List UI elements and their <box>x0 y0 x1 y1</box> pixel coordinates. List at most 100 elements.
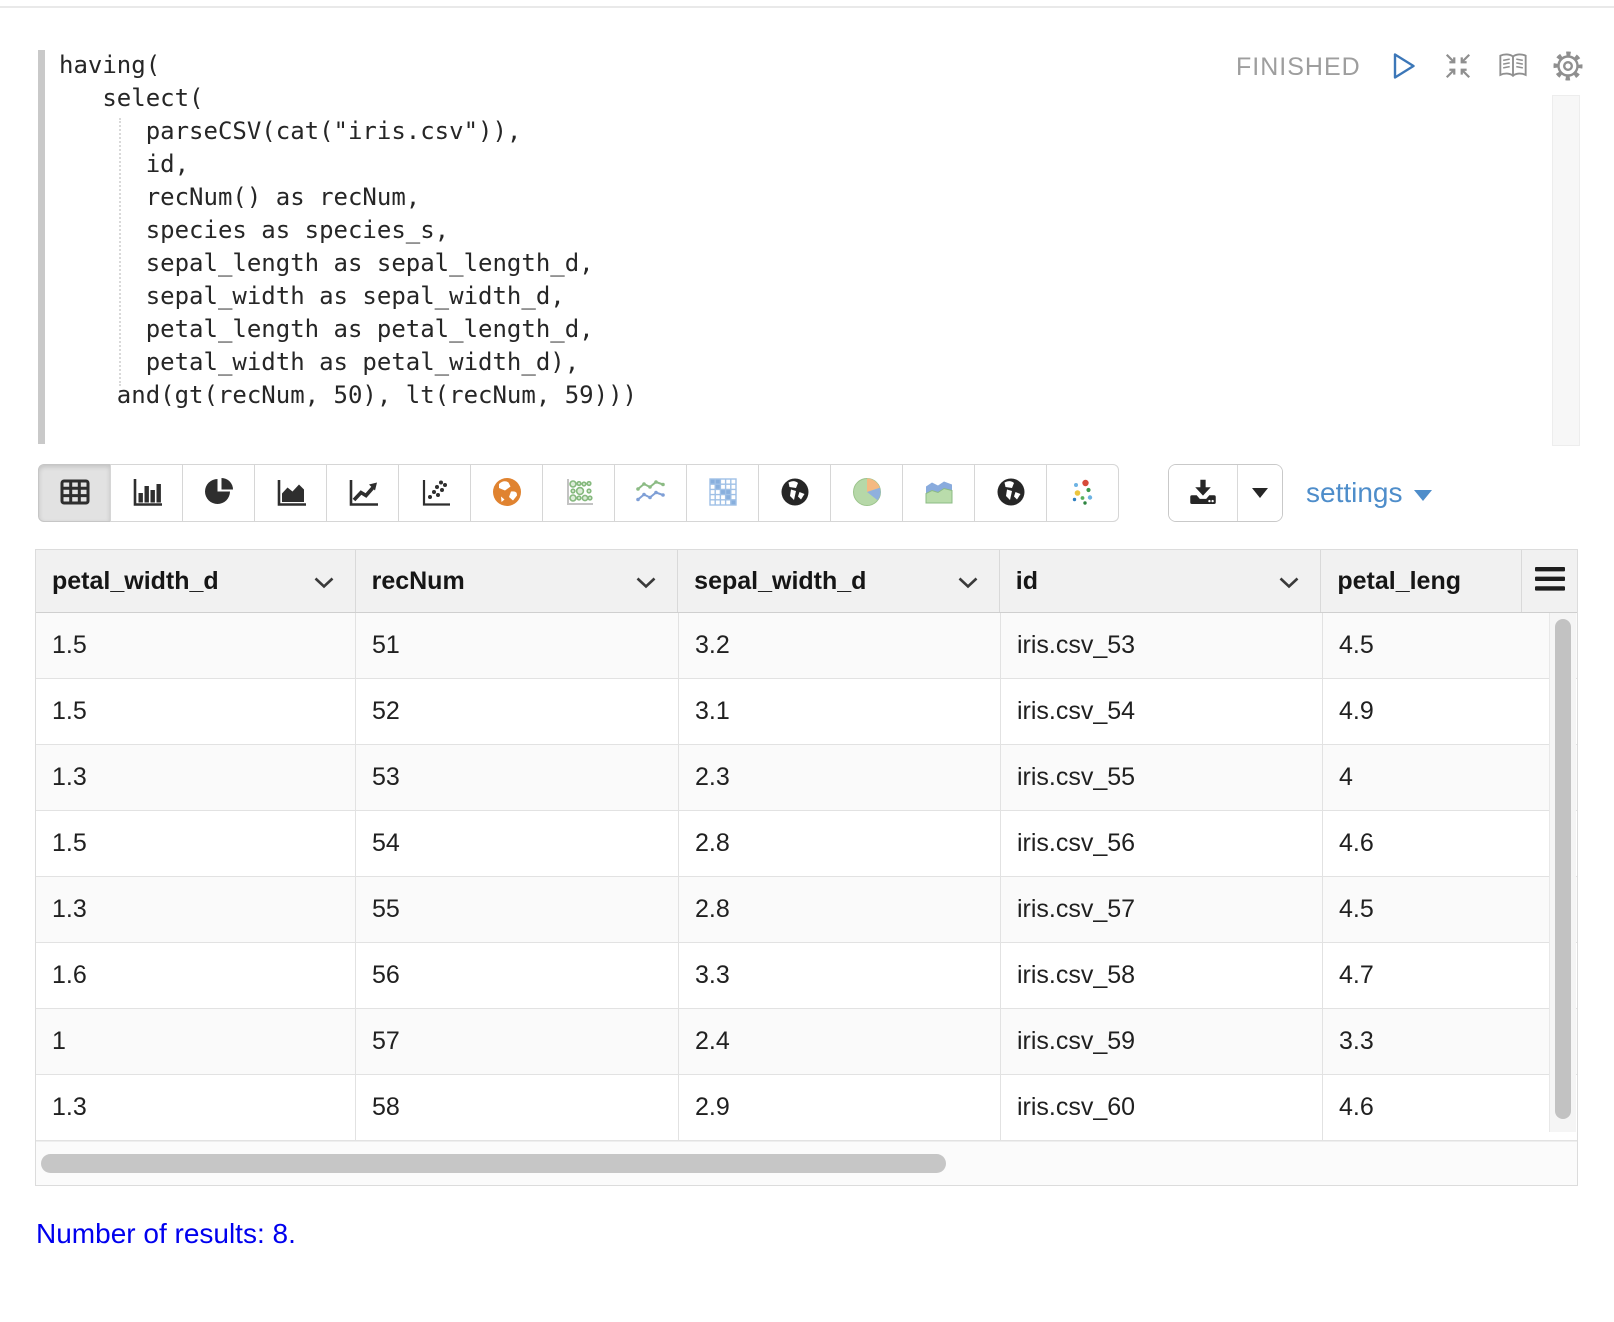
pie-chart-colored-icon <box>849 474 885 513</box>
chart-type-multi-line-button[interactable] <box>614 464 687 522</box>
chart-type-scatter-colored-button[interactable] <box>1046 464 1119 522</box>
chart-type-scatter-button[interactable] <box>398 464 471 522</box>
cell-recnum: 51 <box>356 613 679 678</box>
cell-petal-width: 1.3 <box>36 877 356 942</box>
chart-type-heatmap-button[interactable] <box>686 464 759 522</box>
column-header-sepal-width[interactable]: sepal_width_d <box>678 550 1000 612</box>
cell-petal-length: 4.5 <box>1339 895 1374 923</box>
stacked-area-colored-icon <box>921 474 957 513</box>
run-button[interactable] <box>1386 50 1420 84</box>
table-vertical-scrollbar-thumb[interactable] <box>1555 619 1571 1119</box>
paragraph-status-row: FINISHED <box>1236 48 1585 86</box>
chart-type-pie-colored-button[interactable] <box>830 464 903 522</box>
table-row: 1.5 52 3.1 iris.csv_54 4.9 <box>36 679 1577 745</box>
scatter-colored-icon <box>1065 474 1101 513</box>
cell-sepal-width: 2.3 <box>679 745 1001 810</box>
cell-id: iris.csv_59 <box>1001 1009 1323 1074</box>
cell-petal-width: 1.5 <box>36 811 356 876</box>
globe-dark-icon <box>777 474 813 513</box>
table-row: 1.3 53 2.3 iris.csv_55 4 <box>36 745 1577 811</box>
column-header-label: recNum <box>371 566 465 595</box>
cell-petal-width: 1.5 <box>36 679 356 744</box>
table-row: 1 57 2.4 iris.csv_59 3.3 <box>36 1009 1577 1075</box>
pie-chart-icon <box>201 474 237 513</box>
cell-petal-width: 1.5 <box>36 613 356 678</box>
table-vertical-scrollbar-track <box>1549 613 1576 1132</box>
map-globe-orange-icon <box>489 474 525 513</box>
chart-type-globe-2-button[interactable] <box>974 464 1047 522</box>
table-horizontal-scrollbar-thumb[interactable] <box>41 1154 946 1173</box>
area-chart-icon <box>273 474 309 513</box>
chart-type-pie-button[interactable] <box>182 464 255 522</box>
cell-sepal-width: 3.3 <box>679 943 1001 1008</box>
cell-petal-length: 4.9 <box>1339 697 1374 725</box>
code-editor[interactable]: having( select( parseCSV(cat("iris.csv")… <box>38 48 1580 446</box>
heatmap-icon <box>705 474 741 513</box>
chart-type-bubble-grid-button[interactable] <box>542 464 615 522</box>
cell-petal-length: 4.6 <box>1339 829 1374 857</box>
paragraph-top-divider <box>0 6 1614 8</box>
cell-recnum: 58 <box>356 1075 679 1140</box>
book-icon <box>1496 51 1530 84</box>
chevron-down-icon[interactable] <box>635 567 657 596</box>
cell-id: iris.csv_57 <box>1001 877 1323 942</box>
line-chart-icon <box>345 474 381 513</box>
column-header-petal-length[interactable]: petal_leng <box>1321 550 1521 612</box>
cell-recnum: 52 <box>356 679 679 744</box>
chart-type-table-button[interactable] <box>38 464 111 522</box>
cell-id: iris.csv_60 <box>1001 1075 1323 1140</box>
chart-type-area-button[interactable] <box>254 464 327 522</box>
status-badge: FINISHED <box>1236 52 1361 81</box>
multi-line-chart-icon <box>633 474 669 513</box>
chart-type-line-button[interactable] <box>326 464 399 522</box>
column-header-recnum[interactable]: recNum <box>356 550 679 612</box>
cell-petal-length: 4.7 <box>1339 961 1374 989</box>
visualization-toolbar: settings <box>38 464 1578 522</box>
editor-gutter-bar <box>38 50 45 444</box>
cell-petal-width: 1.6 <box>36 943 356 1008</box>
cell-petal-width: 1 <box>36 1009 356 1074</box>
settings-label: settings <box>1306 477 1403 508</box>
chevron-down-icon[interactable] <box>313 567 335 596</box>
chevron-down-icon <box>1252 488 1268 498</box>
table-row: 1.6 56 3.3 iris.csv_58 4.7 <box>36 943 1577 1009</box>
cell-sepal-width: 2.9 <box>679 1075 1001 1140</box>
globe-dark-2-icon <box>993 474 1029 513</box>
table-body: 1.5 51 3.2 iris.csv_53 4.5 1.5 52 3.1 ir… <box>36 613 1577 1141</box>
cell-petal-width: 1.3 <box>36 745 356 810</box>
column-header-label: petal_leng <box>1337 566 1462 595</box>
table-row: 1.5 54 2.8 iris.csv_56 4.6 <box>36 811 1577 877</box>
column-header-petal-width[interactable]: petal_width_d <box>36 550 356 612</box>
editor-scrollbar-track[interactable] <box>1552 95 1580 446</box>
compress-icon <box>1443 51 1473 84</box>
cell-petal-length: 4.6 <box>1339 1093 1374 1121</box>
code-text[interactable]: having( select( parseCSV(cat("iris.csv")… <box>59 49 637 412</box>
cell-id: iris.csv_53 <box>1001 613 1323 678</box>
collapse-button[interactable] <box>1441 50 1475 84</box>
zeppelin-paragraph: having( select( parseCSV(cat("iris.csv")… <box>0 0 1614 1322</box>
cell-id: iris.csv_55 <box>1001 745 1323 810</box>
settings-link[interactable]: settings <box>1306 464 1432 522</box>
chevron-down-icon[interactable] <box>1278 567 1300 596</box>
chart-type-globe-button[interactable] <box>758 464 831 522</box>
cell-petal-length: 4.5 <box>1339 631 1374 659</box>
chart-type-bar-button[interactable] <box>110 464 183 522</box>
column-header-label: petal_width_d <box>52 566 219 595</box>
cell-id: iris.csv_58 <box>1001 943 1323 1008</box>
paragraph-settings-button[interactable] <box>1551 50 1585 84</box>
column-header-id[interactable]: id <box>1000 550 1322 612</box>
table-row: 1.5 51 3.2 iris.csv_53 4.5 <box>36 613 1577 679</box>
table-menu-button[interactable] <box>1521 550 1578 612</box>
chart-type-stacked-area-button[interactable] <box>902 464 975 522</box>
chart-type-map-button[interactable] <box>470 464 543 522</box>
cell-recnum: 53 <box>356 745 679 810</box>
chevron-down-icon[interactable] <box>957 567 979 596</box>
scatter-chart-icon <box>417 474 453 513</box>
download-button[interactable] <box>1169 465 1238 521</box>
download-options-button[interactable] <box>1238 465 1282 521</box>
table-horizontal-scrollbar-track <box>36 1141 1577 1185</box>
cell-sepal-width: 3.2 <box>679 613 1001 678</box>
cell-sepal-width: 2.8 <box>679 811 1001 876</box>
table-row: 1.3 55 2.8 iris.csv_57 4.5 <box>36 877 1577 943</box>
output-toggle-button[interactable] <box>1496 50 1530 84</box>
